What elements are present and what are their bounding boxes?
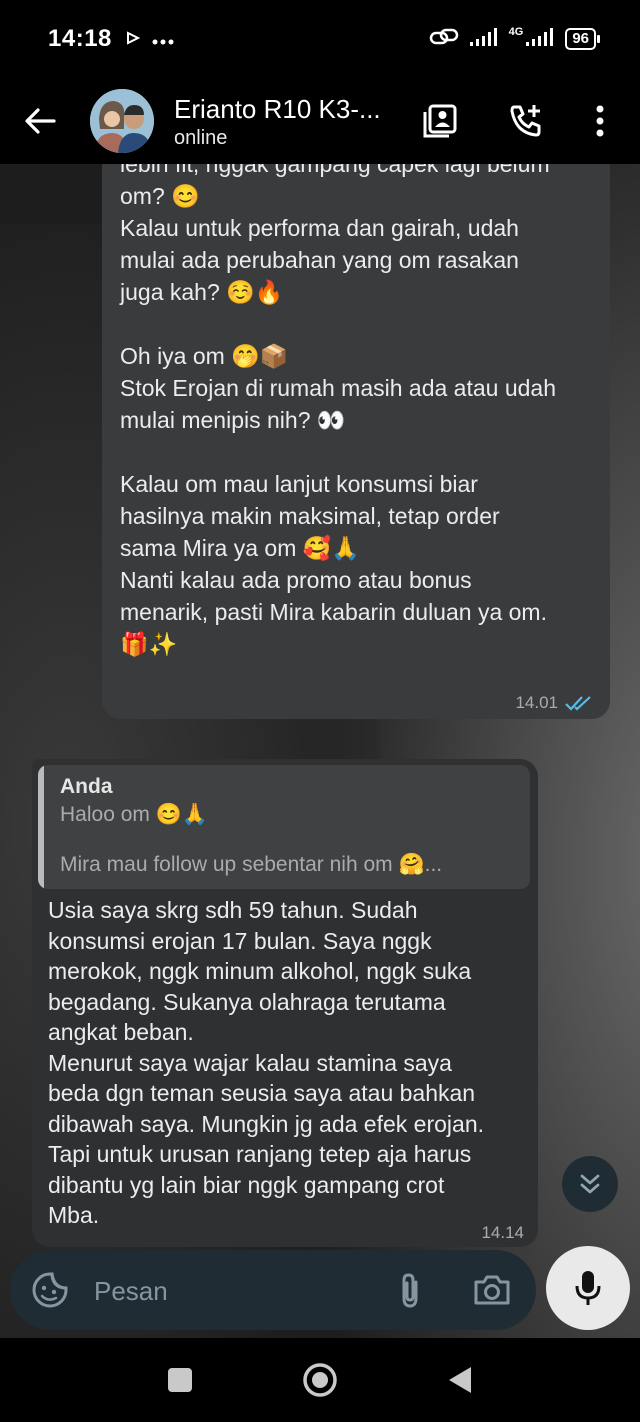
- message-text: Usia saya skrg sdh 59 tahun. Sudah konsu…: [48, 897, 485, 1228]
- arrow-left-icon: [25, 108, 56, 134]
- more-notifications-icon: [152, 29, 174, 50]
- quote-author: Anda: [60, 775, 113, 798]
- link-icon: [429, 27, 459, 52]
- double-chevron-down-icon: [580, 1174, 600, 1194]
- quote-line-2: Mira mau follow up sebentar nih om 🤗...: [60, 853, 443, 876]
- voice-message-button[interactable]: [546, 1246, 630, 1330]
- square-icon: [168, 1368, 192, 1392]
- paperclip-icon: [402, 1273, 418, 1308]
- status-bar: 14:18 4G 96: [0, 0, 640, 78]
- status-time: 14:18: [48, 25, 112, 52]
- composer: [10, 1250, 536, 1330]
- signal-icon: [469, 27, 499, 52]
- home-button[interactable]: [296, 1356, 344, 1404]
- contact-status: online: [174, 126, 228, 149]
- back-nav-button[interactable]: [436, 1356, 484, 1404]
- contact-card-button[interactable]: [410, 78, 470, 164]
- recents-button[interactable]: [156, 1356, 204, 1404]
- read-ticks-icon: [565, 696, 591, 711]
- message-incoming[interactable]: Anda Haloo om 😊🙏 Mira mau follow up sebe…: [32, 759, 538, 1247]
- back-button[interactable]: [0, 78, 80, 164]
- chat-header: Erianto R10 K3-... online: [0, 78, 640, 164]
- quote-line-1: Haloo om 😊🙏: [60, 803, 209, 826]
- network-type: 4G: [508, 26, 524, 38]
- message-input[interactable]: [92, 1264, 376, 1318]
- microphone-icon: [575, 1271, 601, 1305]
- message-time: 14.14: [481, 1223, 524, 1242]
- contact-name: Erianto R10 K3-...: [174, 93, 381, 124]
- quoted-message[interactable]: Anda Haloo om 😊🙏 Mira mau follow up sebe…: [38, 765, 530, 889]
- message-outgoing[interactable]: lebih fit, nggak gampang capek lagi belu…: [102, 164, 610, 719]
- menu-button[interactable]: [570, 78, 630, 164]
- circle-icon: [303, 1363, 337, 1397]
- message-text: lebih fit, nggak gampang capek lagi belu…: [120, 164, 556, 657]
- camera-icon: [474, 1275, 510, 1305]
- composer-bar: [0, 1244, 640, 1338]
- media-play-icon: [126, 29, 141, 50]
- battery-indicator: 96: [565, 28, 600, 50]
- scroll-to-bottom-button[interactable]: [562, 1156, 618, 1212]
- chat-area[interactable]: lebih fit, nggak gampang capek lagi belu…: [0, 164, 640, 1338]
- avatar[interactable]: [90, 89, 154, 153]
- more-vert-icon: [596, 105, 604, 137]
- message-time: 14.01: [515, 693, 558, 712]
- signal-icon-2: [525, 27, 555, 52]
- phone-add-icon: [510, 105, 541, 137]
- camera-button[interactable]: [472, 1270, 516, 1310]
- navigation-bar: [0, 1338, 640, 1422]
- contact-card-icon: [423, 104, 457, 138]
- sticker-icon: [32, 1272, 68, 1308]
- sticker-button[interactable]: [30, 1270, 70, 1310]
- call-button[interactable]: [496, 78, 556, 164]
- contact-info[interactable]: Erianto R10 K3-... online: [174, 93, 381, 150]
- triangle-back-icon: [449, 1367, 471, 1393]
- attach-button[interactable]: [390, 1270, 430, 1310]
